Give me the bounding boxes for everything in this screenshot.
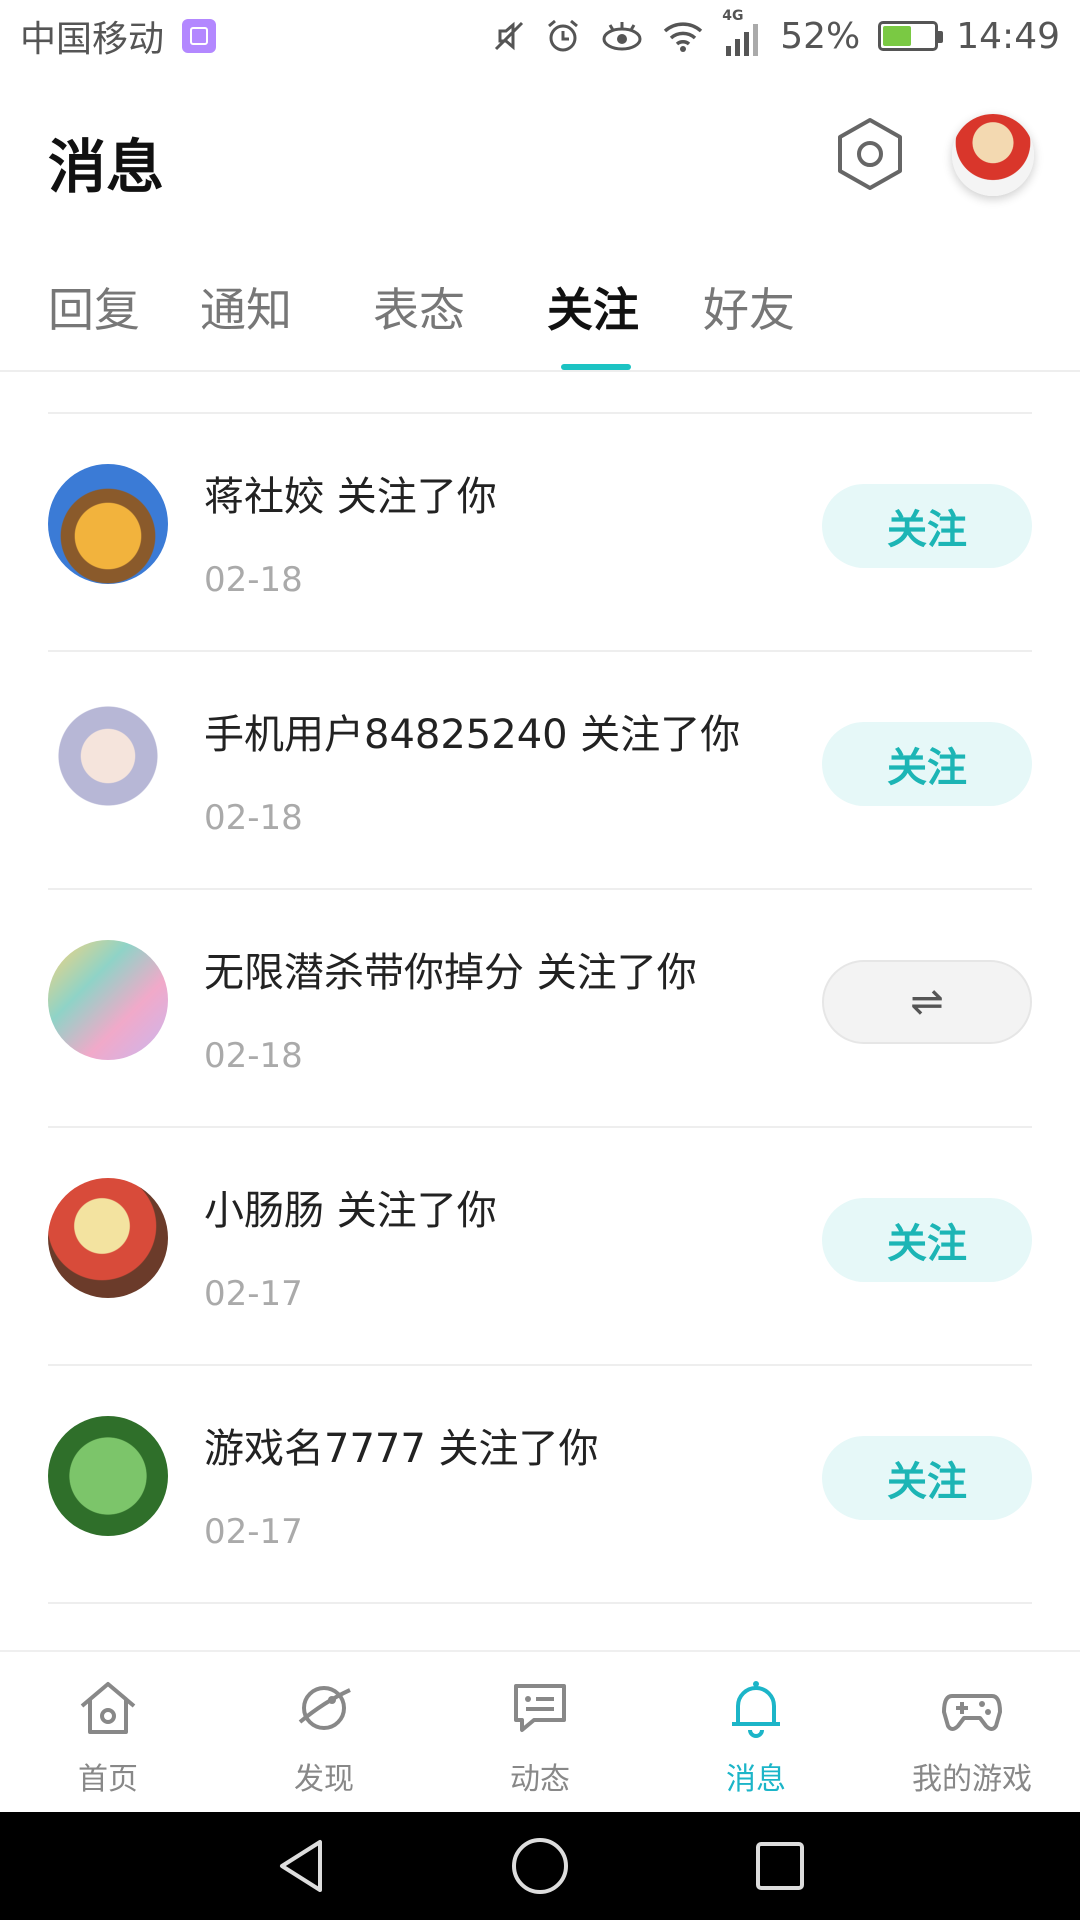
gallery-notification-icon bbox=[182, 19, 217, 53]
message-tabs: 回复 通知 表态 关注 好友 bbox=[0, 260, 1080, 372]
list-item[interactable]: 游戏名7777 关注了你 02-17 关注 bbox=[0, 1366, 1080, 1602]
active-tab-indicator bbox=[561, 364, 631, 370]
home-circle-icon[interactable] bbox=[508, 1834, 572, 1898]
system-nav-bar bbox=[0, 1812, 1080, 1920]
battery-percent: 52% bbox=[780, 15, 861, 57]
follow-message: 蒋社姣 关注了你 bbox=[204, 474, 497, 520]
tab-friends[interactable]: 好友 bbox=[703, 274, 795, 340]
carrier-label: 中国移动 bbox=[20, 19, 165, 60]
nav-discover[interactable]: 发现 bbox=[216, 1672, 432, 1802]
user-avatar[interactable] bbox=[48, 1416, 168, 1536]
follow-button[interactable]: 关注 bbox=[822, 1436, 1032, 1520]
follow-button[interactable]: 关注 bbox=[822, 722, 1032, 806]
header: 消息 bbox=[0, 90, 1080, 220]
nav-my-games[interactable]: 我的游戏 bbox=[864, 1672, 1080, 1802]
user-avatar[interactable] bbox=[48, 1178, 168, 1298]
user-avatar[interactable] bbox=[48, 464, 168, 584]
follow-button[interactable]: 关注 bbox=[822, 1198, 1032, 1282]
bottom-nav: 首页 发现 动态 消息 我的游戏 bbox=[0, 1650, 1080, 1812]
follow-date: 02-17 bbox=[204, 1512, 303, 1552]
user-avatar[interactable] bbox=[48, 940, 168, 1060]
follow-message: 无限潜杀带你掉分 关注了你 bbox=[204, 950, 697, 996]
user-avatar[interactable] bbox=[48, 702, 168, 822]
follow-message: 游戏名7777 关注了你 bbox=[204, 1426, 599, 1472]
follow-date: 02-17 bbox=[204, 1274, 303, 1314]
battery-icon bbox=[878, 21, 944, 51]
nav-home[interactable]: 首页 bbox=[0, 1672, 216, 1802]
tab-reaction[interactable]: 表态 bbox=[373, 274, 465, 340]
nav-label: 首页 bbox=[78, 1762, 138, 1797]
tab-notice[interactable]: 通知 bbox=[200, 274, 292, 340]
list-item[interactable]: 无限潜杀带你掉分 关注了你 02-18 ⇌ bbox=[0, 890, 1080, 1126]
back-icon[interactable] bbox=[270, 1834, 334, 1898]
eye-icon bbox=[602, 22, 642, 51]
list-item[interactable]: 手机用户84825240 关注了你 02-18 关注 bbox=[0, 652, 1080, 888]
follow-date: 02-18 bbox=[204, 1036, 303, 1076]
follow-date: 02-18 bbox=[204, 798, 303, 838]
home-icon bbox=[80, 1682, 136, 1734]
discover-planet-icon bbox=[298, 1686, 351, 1730]
divider bbox=[48, 1602, 1032, 1604]
nav-label: 发现 bbox=[294, 1762, 354, 1797]
page-title: 消息 bbox=[48, 133, 165, 201]
clock: 14:49 bbox=[956, 15, 1060, 57]
mutual-follow-button[interactable]: ⇌ bbox=[822, 960, 1032, 1044]
feed-chat-icon bbox=[514, 1684, 566, 1732]
my-avatar[interactable] bbox=[952, 114, 1034, 196]
follow-message: 手机用户84825240 关注了你 bbox=[204, 712, 741, 758]
list-item[interactable]: 蒋社姣 关注了你 02-18 关注 bbox=[0, 414, 1080, 650]
nav-label: 消息 bbox=[726, 1762, 786, 1797]
recents-icon[interactable] bbox=[748, 1834, 812, 1898]
nav-label: 动态 bbox=[510, 1762, 570, 1797]
mute-icon bbox=[495, 21, 524, 51]
status-bar: 中国移动 4G 52% 14:49 bbox=[0, 0, 1080, 72]
tab-reply[interactable]: 回复 bbox=[48, 274, 140, 340]
list-item[interactable]: 小肠肠 关注了你 02-17 关注 bbox=[0, 1128, 1080, 1364]
follow-date: 02-18 bbox=[204, 560, 303, 600]
gamepad-icon bbox=[942, 1694, 1002, 1731]
follow-message: 小肠肠 关注了你 bbox=[204, 1188, 497, 1234]
signal-icon: 4G bbox=[722, 8, 762, 56]
alarm-icon bbox=[548, 19, 579, 52]
wifi-icon bbox=[664, 22, 703, 52]
nav-feed[interactable]: 动态 bbox=[432, 1672, 648, 1802]
settings-hexagon-icon[interactable] bbox=[832, 116, 908, 192]
bell-icon bbox=[732, 1681, 780, 1738]
tab-follow[interactable]: 关注 bbox=[547, 274, 639, 340]
follow-button[interactable]: 关注 bbox=[822, 484, 1032, 568]
nav-label: 我的游戏 bbox=[912, 1762, 1032, 1797]
nav-messages[interactable]: 消息 bbox=[648, 1672, 864, 1802]
